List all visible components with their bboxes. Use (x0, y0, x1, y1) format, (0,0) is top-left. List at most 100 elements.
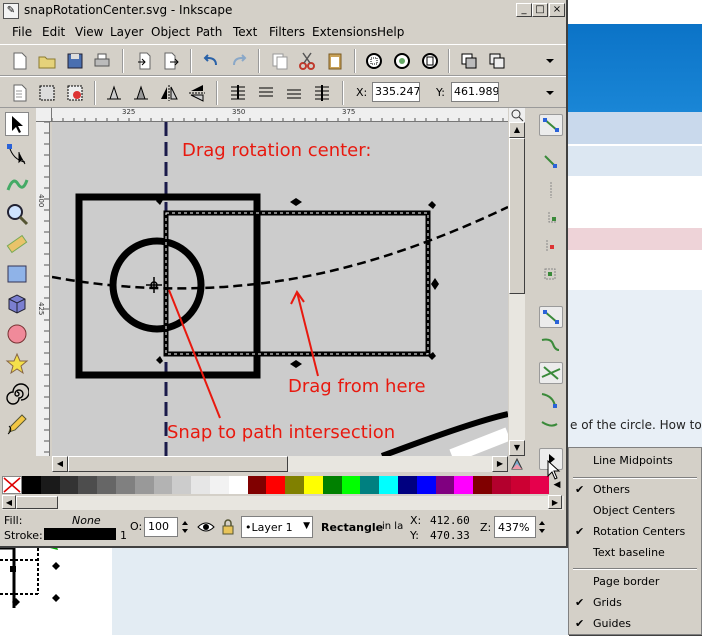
drawing-canvas[interactable]: Drag rotation center: Drag from here Sna… (52, 122, 508, 456)
rotate-cw-icon[interactable] (131, 83, 151, 103)
rotate-ccw-icon[interactable] (104, 83, 124, 103)
scroll-left-button[interactable]: ◀ (52, 456, 68, 472)
color-swatch[interactable] (40, 476, 60, 494)
no-paint-swatch[interactable] (2, 476, 22, 494)
color-swatch[interactable] (454, 476, 474, 494)
zoom-input[interactable]: 437% (494, 516, 536, 538)
export-icon[interactable] (161, 51, 181, 71)
color-swatch[interactable] (22, 476, 41, 494)
color-swatch[interactable] (191, 476, 211, 494)
color-swatch[interactable] (379, 476, 399, 494)
zoom-corner-icon[interactable] (509, 108, 525, 122)
snap-bbox-center-icon[interactable] (539, 264, 563, 286)
canvas-vertical-scrollbar[interactable]: ▲ ▼ (509, 108, 525, 456)
cut-scissors-icon[interactable] (297, 51, 317, 71)
snap-bbox-icon[interactable] (539, 152, 563, 174)
toolbar-overflow-icon[interactable] (542, 85, 558, 101)
menu-extensions[interactable]: Extensions (312, 25, 377, 39)
color-swatch[interactable] (473, 476, 493, 494)
scroll-up-button[interactable]: ▲ (509, 122, 525, 138)
measure-tool-ruler-icon[interactable] (5, 232, 29, 256)
star-tool-icon[interactable] (5, 352, 29, 376)
scroll-thumb[interactable] (68, 456, 288, 472)
menu-item-grids[interactable]: Grids (593, 596, 622, 609)
snap-bbox-edges-icon[interactable] (539, 180, 563, 202)
selector-tool-arrow-icon[interactable] (5, 112, 29, 136)
current-layer-dropdown[interactable]: •Layer 1 ▼ (241, 516, 313, 538)
color-swatch[interactable] (398, 476, 417, 494)
ellipse-tool-icon[interactable] (5, 322, 29, 346)
color-swatch[interactable] (172, 476, 192, 494)
scroll-right-button[interactable]: ▶ (548, 495, 562, 509)
raise-icon[interactable] (256, 83, 276, 103)
menu-item-object-centers[interactable]: Object Centers (593, 504, 675, 517)
clone-icon[interactable] (487, 51, 507, 71)
print-icon[interactable] (92, 51, 112, 71)
opacity-spinner[interactable] (180, 517, 190, 537)
x-coordinate-input[interactable]: 335.247 (372, 82, 420, 102)
color-swatch[interactable] (134, 476, 154, 494)
color-swatch[interactable] (360, 476, 380, 494)
color-swatch[interactable] (78, 476, 98, 494)
menu-text[interactable]: Text (233, 25, 257, 39)
menu-file[interactable]: File (12, 25, 32, 39)
color-swatch[interactable] (435, 476, 455, 494)
raise-to-top-icon[interactable] (228, 83, 248, 103)
color-swatch[interactable] (247, 476, 267, 494)
select-all-layers-icon[interactable] (37, 83, 57, 103)
color-swatch[interactable] (153, 476, 173, 494)
toolbar-overflow-icon[interactable] (542, 53, 558, 69)
color-swatch[interactable] (210, 476, 229, 494)
redo-icon[interactable] (229, 51, 249, 71)
undo-icon[interactable] (201, 51, 221, 71)
palette-scrollbar[interactable]: ◀ ▶ (2, 495, 564, 510)
color-swatch[interactable] (492, 476, 511, 494)
snap-bbox-midpoints-icon[interactable] (539, 236, 563, 258)
menu-item-rotation-centers[interactable]: Rotation Centers (593, 525, 685, 538)
zoom-tool-magnifier-icon[interactable] (5, 202, 29, 226)
zoom-spinner[interactable] (537, 516, 547, 538)
color-swatch[interactable] (304, 476, 323, 494)
node-tool-icon[interactable] (5, 142, 29, 166)
duplicate-icon[interactable] (459, 51, 479, 71)
scroll-left-button[interactable]: ◀ (2, 495, 16, 509)
menu-item-others[interactable]: Others (593, 483, 630, 496)
menu-help[interactable]: Help (377, 25, 404, 39)
tweak-tool-icon[interactable] (5, 172, 29, 196)
opacity-input[interactable]: 100 (144, 517, 178, 537)
maximize-button[interactable]: □ (532, 3, 548, 17)
menu-item-guides[interactable]: Guides (593, 617, 631, 630)
color-swatch[interactable] (116, 476, 135, 494)
fill-value[interactable]: None (72, 514, 101, 527)
snap-smooth-nodes-icon[interactable] (539, 418, 563, 440)
color-swatch[interactable] (322, 476, 342, 494)
snap-bbox-corners-icon[interactable] (539, 208, 563, 230)
color-management-icon[interactable] (509, 456, 525, 472)
save-icon[interactable] (65, 51, 85, 71)
copy-icon[interactable] (270, 51, 290, 71)
scroll-thumb[interactable] (509, 138, 525, 294)
color-swatch[interactable] (529, 476, 549, 494)
pencil-tool-icon[interactable] (5, 412, 29, 436)
lower-icon[interactable] (284, 83, 304, 103)
import-icon[interactable] (134, 51, 154, 71)
select-all-icon[interactable] (9, 83, 29, 103)
flip-horizontal-icon[interactable] (159, 83, 179, 103)
eye-visibility-icon[interactable] (197, 518, 215, 536)
zoom-page-icon[interactable] (420, 51, 440, 71)
spiral-tool-icon[interactable] (5, 382, 30, 406)
color-swatch[interactable] (228, 476, 248, 494)
menu-edit[interactable]: Edit (42, 25, 65, 39)
y-coordinate-input[interactable]: 461.989 (451, 82, 499, 102)
color-swatch[interactable] (341, 476, 361, 494)
menu-item-text-baseline[interactable]: Text baseline (593, 546, 665, 559)
snap-paths-icon[interactable] (539, 334, 563, 356)
snap-enable-icon[interactable] (539, 114, 563, 136)
flip-vertical-icon[interactable] (187, 83, 207, 103)
lower-to-bottom-icon[interactable] (312, 83, 332, 103)
color-swatch[interactable] (266, 476, 286, 494)
open-folder-icon[interactable] (37, 51, 57, 71)
menu-view[interactable]: View (75, 25, 103, 39)
menu-filters[interactable]: Filters (269, 25, 305, 39)
new-document-icon[interactable] (9, 51, 29, 71)
